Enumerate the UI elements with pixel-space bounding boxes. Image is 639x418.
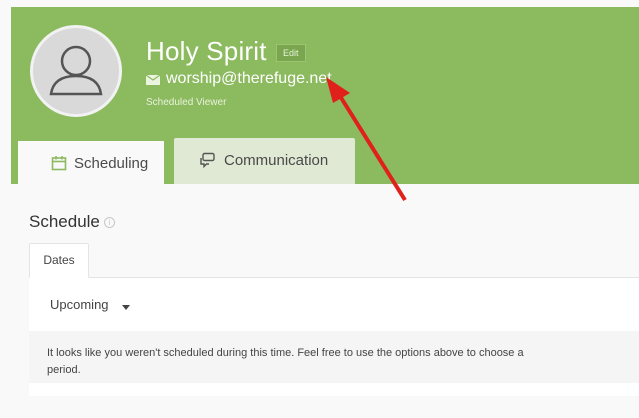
subtab-dates[interactable]: Dates — [29, 243, 89, 278]
empty-schedule-message: It looks like you weren't scheduled duri… — [47, 347, 524, 376]
edit-button[interactable]: Edit — [276, 44, 306, 62]
avatar[interactable] — [30, 25, 122, 117]
mail-icon — [146, 75, 160, 85]
chevron-down-icon[interactable] — [122, 305, 130, 310]
date-filter-dropdown[interactable]: Upcoming — [50, 297, 109, 312]
chat-icon — [200, 152, 215, 168]
tab-communication[interactable]: Communication — [174, 138, 355, 184]
user-silhouette-icon — [49, 45, 103, 96]
profile-email[interactable]: worship@therefuge.net — [166, 69, 332, 89]
tab-scheduling-label: Scheduling — [74, 155, 149, 172]
schedule-title: Schedule — [29, 212, 100, 231]
tab-scheduling[interactable]: Scheduling — [18, 138, 164, 184]
info-icon[interactable]: i — [104, 217, 115, 228]
profile-role: Scheduled Viewer — [146, 97, 227, 108]
calendar-icon — [51, 156, 67, 171]
profile-name: Holy Spirit — [146, 36, 267, 66]
tab-communication-label: Communication — [224, 152, 329, 169]
